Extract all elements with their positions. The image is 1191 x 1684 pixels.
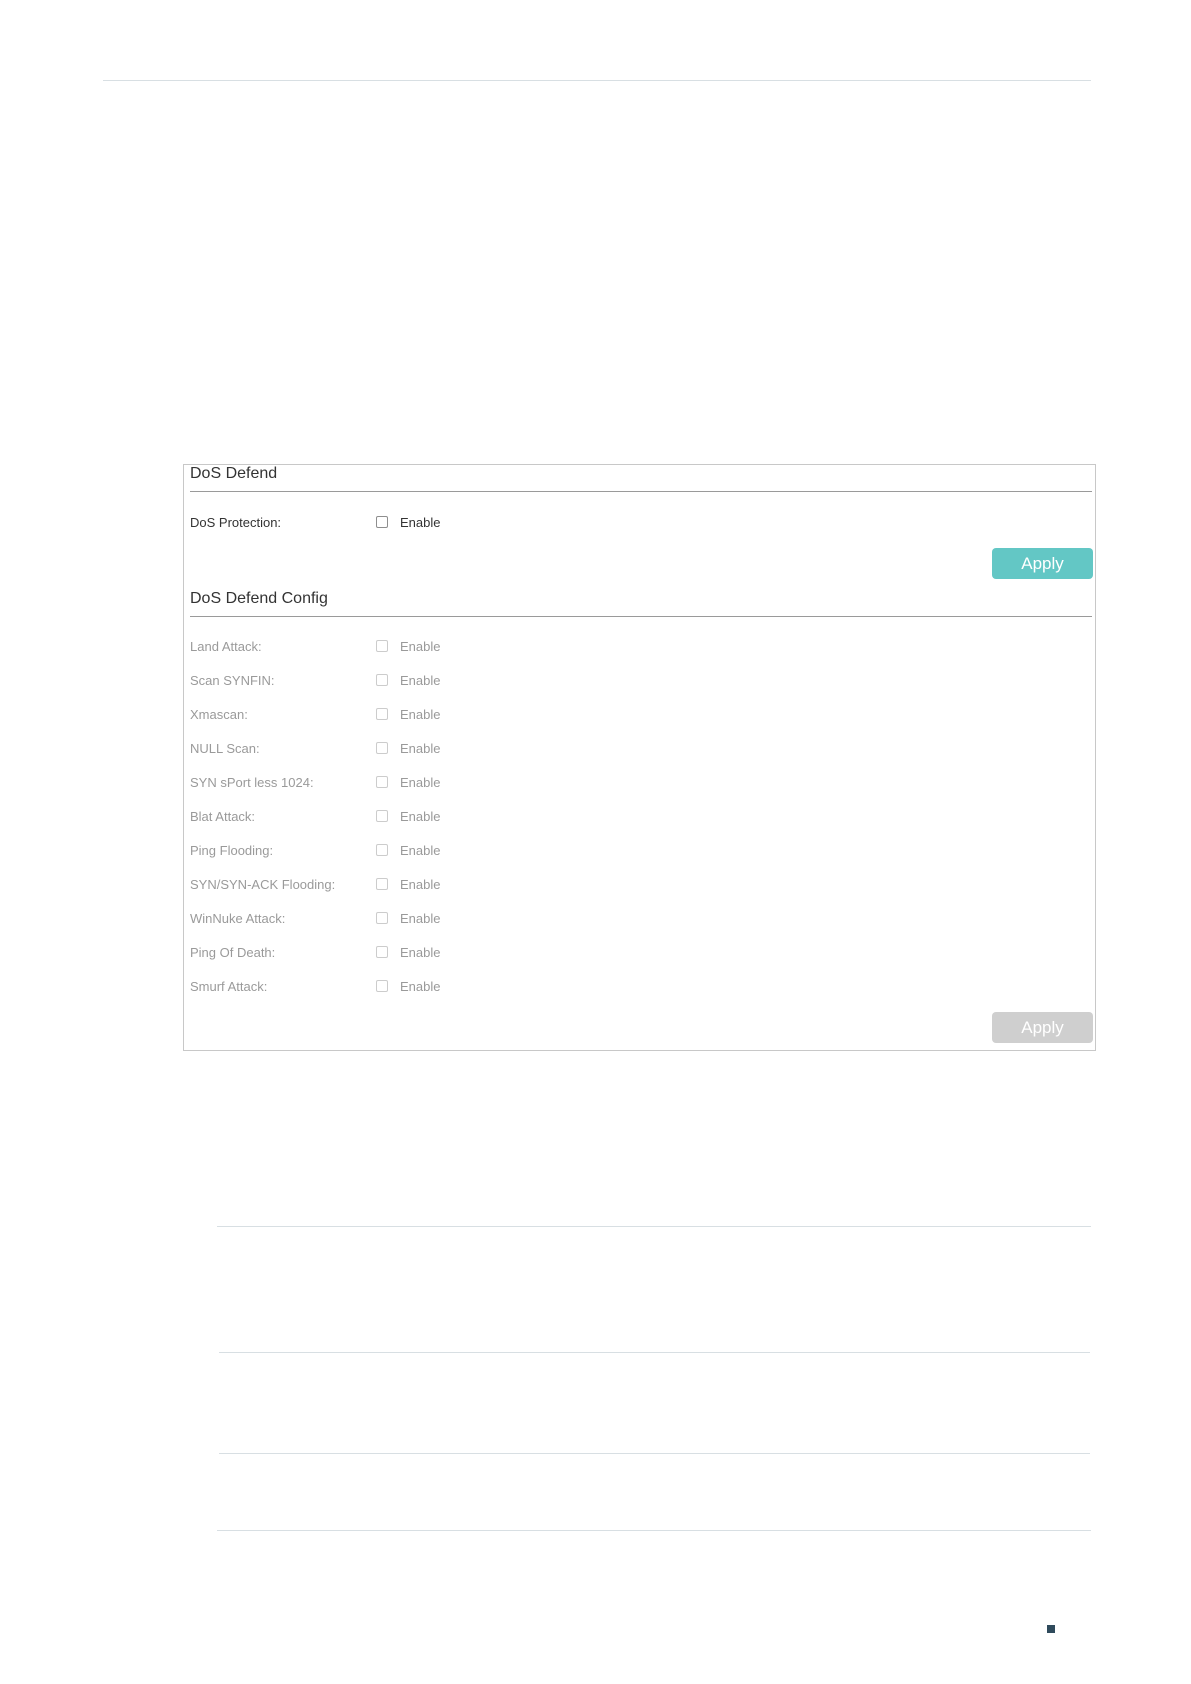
syn-sport-less-1024-label: SYN sPort less 1024: bbox=[190, 775, 314, 790]
scan-synfin-row: Scan SYNFIN: Enable bbox=[190, 671, 690, 691]
section-divider bbox=[190, 616, 1092, 617]
winnuke-attack-enable-label[interactable]: Enable bbox=[400, 911, 440, 926]
dos-protection-enable-label[interactable]: Enable bbox=[400, 515, 440, 530]
dos-defend-apply-button[interactable]: Apply bbox=[992, 548, 1093, 579]
table-divider bbox=[219, 1352, 1090, 1353]
dos-defend-panel: DoS Defend DoS Protection: Enable Apply … bbox=[183, 464, 1096, 1051]
winnuke-attack-row: WinNuke Attack: Enable bbox=[190, 909, 690, 929]
smurf-attack-row: Smurf Attack: Enable bbox=[190, 977, 690, 997]
winnuke-attack-checkbox[interactable] bbox=[376, 912, 388, 924]
ping-of-death-row: Ping Of Death: Enable bbox=[190, 943, 690, 963]
blat-attack-row: Blat Attack: Enable bbox=[190, 807, 690, 827]
scan-synfin-enable-label[interactable]: Enable bbox=[400, 673, 440, 688]
ping-of-death-label: Ping Of Death: bbox=[190, 945, 276, 960]
syn-syn-ack-flooding-label: SYN/SYN-ACK Flooding: bbox=[190, 877, 336, 892]
smurf-attack-enable-label[interactable]: Enable bbox=[400, 979, 440, 994]
syn-sport-less-1024-enable-label[interactable]: Enable bbox=[400, 775, 440, 790]
syn-sport-less-1024-row: SYN sPort less 1024: Enable bbox=[190, 773, 690, 793]
ping-flooding-checkbox[interactable] bbox=[376, 844, 388, 856]
smurf-attack-label: Smurf Attack: bbox=[190, 979, 268, 994]
xmascan-enable-label[interactable]: Enable bbox=[400, 707, 440, 722]
syn-syn-ack-flooding-enable-label[interactable]: Enable bbox=[400, 877, 440, 892]
scan-synfin-checkbox[interactable] bbox=[376, 674, 388, 686]
dos-defend-config-apply-button[interactable]: Apply bbox=[992, 1012, 1093, 1043]
xmascan-row: Xmascan: Enable bbox=[190, 705, 690, 725]
syn-syn-ack-flooding-checkbox[interactable] bbox=[376, 878, 388, 890]
winnuke-attack-label: WinNuke Attack: bbox=[190, 911, 286, 926]
ping-of-death-checkbox[interactable] bbox=[376, 946, 388, 958]
syn-sport-less-1024-checkbox[interactable] bbox=[376, 776, 388, 788]
blat-attack-label: Blat Attack: bbox=[190, 809, 256, 824]
land-attack-checkbox[interactable] bbox=[376, 640, 388, 652]
dos-protection-row: DoS Protection: Enable bbox=[190, 513, 690, 533]
smurf-attack-checkbox[interactable] bbox=[376, 980, 388, 992]
page-marker-icon bbox=[1047, 1625, 1055, 1633]
null-scan-checkbox[interactable] bbox=[376, 742, 388, 754]
blat-attack-enable-label[interactable]: Enable bbox=[400, 809, 440, 824]
ping-flooding-enable-label[interactable]: Enable bbox=[400, 843, 440, 858]
syn-syn-ack-flooding-row: SYN/SYN-ACK Flooding: Enable bbox=[190, 875, 690, 895]
dos-protection-checkbox[interactable] bbox=[376, 516, 388, 528]
null-scan-label: NULL Scan: bbox=[190, 741, 260, 756]
xmascan-label: Xmascan: bbox=[190, 707, 248, 722]
header-divider bbox=[103, 80, 1091, 81]
ping-of-death-enable-label[interactable]: Enable bbox=[400, 945, 440, 960]
table-divider bbox=[219, 1453, 1090, 1454]
land-attack-enable-label[interactable]: Enable bbox=[400, 639, 440, 654]
dos-defend-config-title: DoS Defend Config bbox=[190, 590, 328, 607]
scan-synfin-label: Scan SYNFIN: bbox=[190, 673, 275, 688]
null-scan-row: NULL Scan: Enable bbox=[190, 739, 690, 759]
dos-protection-label: DoS Protection: bbox=[190, 515, 282, 530]
null-scan-enable-label[interactable]: Enable bbox=[400, 741, 440, 756]
section-divider bbox=[190, 491, 1092, 492]
land-attack-row: Land Attack: Enable bbox=[190, 637, 690, 657]
table-divider bbox=[217, 1530, 1091, 1531]
xmascan-checkbox[interactable] bbox=[376, 708, 388, 720]
ping-flooding-row: Ping Flooding: Enable bbox=[190, 841, 690, 861]
ping-flooding-label: Ping Flooding: bbox=[190, 843, 274, 858]
land-attack-label: Land Attack: bbox=[190, 639, 262, 654]
blat-attack-checkbox[interactable] bbox=[376, 810, 388, 822]
dos-defend-title: DoS Defend bbox=[190, 465, 278, 482]
table-divider bbox=[217, 1226, 1091, 1227]
